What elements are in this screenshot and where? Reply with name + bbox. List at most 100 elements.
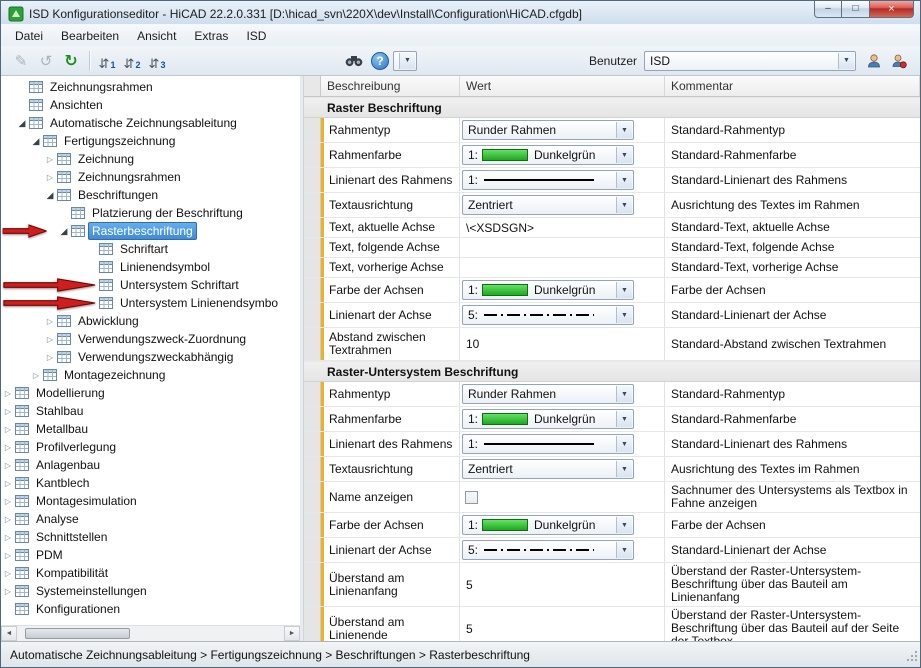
group-header-raster-beschriftung[interactable]: Raster Beschriftung [304,97,920,118]
expand-arrow-icon[interactable]: ▷ [1,425,15,434]
chevron-down-icon[interactable]: ▼ [616,172,632,188]
column-header-beschreibung[interactable]: Beschreibung [321,76,460,96]
expand-arrow-icon[interactable]: ▷ [1,551,15,560]
minimize-button[interactable]: – [814,1,842,18]
linienart-der-achse-dropdown[interactable]: 5:▼ [462,305,634,325]
tree-item-analyse[interactable]: ▷Analyse [1,510,300,528]
resize-grip[interactable] [906,650,918,665]
tree-item-pdm[interactable]: ▷PDM [1,546,300,564]
rahmentyp-dropdown[interactable]: Runder Rahmen▼ [462,384,634,404]
user-switch-icon[interactable] [887,49,911,73]
chevron-down-icon[interactable]: ▼ [616,436,632,452]
tree-item-schnittstellen[interactable]: ▷Schnittstellen [1,528,300,546]
menu-bearbeiten[interactable]: Bearbeiten [52,26,128,46]
farbe-der-achsen-dropdown[interactable]: 1:Dunkelgrün▼ [462,515,634,535]
chevron-down-icon[interactable]: ▼ [616,386,632,402]
tree-item-zeichnung[interactable]: ▷Zeichnung [1,150,300,168]
tree-item-untersystem-linienendsymbo[interactable]: Untersystem Linienendsymbo [1,294,300,312]
column-header-wert[interactable]: Wert [460,76,665,96]
tree-item-ansichten[interactable]: Ansichten [1,96,300,114]
tree-item-kompatibilit-t[interactable]: ▷Kompatibilität [1,564,300,582]
expand-level-1-button[interactable]: ⇵ 1 [95,49,119,73]
value-text-field[interactable]: \<XSDSGN> [462,221,534,235]
title-bar[interactable]: ISD Konfigurationseditor - HiCAD 22.2.0.… [1,1,920,24]
tree-horizontal-scrollbar[interactable]: ◄ ► [1,625,300,641]
expand-arrow-icon[interactable]: ▷ [1,389,15,398]
tree-item-schriftart[interactable]: Schriftart [1,240,300,258]
chevron-down-icon[interactable]: ▼ [616,307,632,323]
expand-arrow-icon[interactable]: ▷ [1,587,15,596]
tree-item-systemeinstellungen[interactable]: ▷Systemeinstellungen [1,582,300,600]
refresh-icon[interactable]: ↻ [59,49,83,73]
menu-extras[interactable]: Extras [185,26,237,46]
expand-arrow-icon[interactable]: ▷ [1,569,15,578]
tree-item-profilverlegung[interactable]: ▷Profilverlegung [1,438,300,456]
maximize-button[interactable]: □ [842,1,870,18]
group-header-raster-untersystem-beschriftung[interactable]: Raster-Untersystem Beschriftung [304,361,920,382]
value-text-field[interactable]: 10 [462,337,479,351]
scroll-right-button[interactable]: ► [284,626,300,641]
rahmenfarbe-dropdown[interactable]: 1:Dunkelgrün▼ [462,145,634,165]
tree-item-verwendungszweck-zuordnung[interactable]: ▷Verwendungszweck-Zuordnung [1,330,300,348]
expand-arrow-icon[interactable]: ▷ [1,407,15,416]
linienart-der-achse-dropdown[interactable]: 5:▼ [462,540,634,560]
tree-item-konfigurationen[interactable]: Konfigurationen [1,600,300,618]
expand-arrow-icon[interactable]: ▷ [29,371,43,380]
expand-arrow-icon[interactable]: ▷ [1,497,15,506]
scroll-left-button[interactable]: ◄ [1,626,17,641]
textausrichtung-dropdown[interactable]: Zentriert▼ [462,195,634,215]
linienart-des-rahmens-dropdown[interactable]: 1:▼ [462,170,634,190]
tree-item-metallbau[interactable]: ▷Metallbau [1,420,300,438]
menu-ansicht[interactable]: Ansicht [128,26,185,46]
edit-pencil-icon[interactable]: ✎ [9,49,33,73]
expand-arrow-icon[interactable]: ▷ [43,317,57,326]
rahmentyp-dropdown[interactable]: Runder Rahmen▼ [462,120,634,140]
close-button[interactable]: × [870,1,914,18]
expand-arrow-icon[interactable]: ▷ [1,461,15,470]
menu-datei[interactable]: Datei [6,26,52,46]
tree-item-automatische-zeichnungsableitung[interactable]: ◢Automatische Zeichnungsableitung [1,114,300,132]
value-text-field[interactable]: 5 [462,578,473,592]
tree-item-montagesimulation[interactable]: ▷Montagesimulation [1,492,300,510]
column-header-kommentar[interactable]: Kommentar [665,76,920,96]
tree-item-modellierung[interactable]: ▷Modellierung [1,384,300,402]
search-binoculars-icon[interactable] [342,49,366,73]
chevron-down-icon[interactable]: ▼ [616,282,632,298]
help-dropdown[interactable]: ▼ [393,51,417,71]
expand-arrow-icon[interactable]: ▷ [43,353,57,362]
tree-item-platzierung-der-beschriftung[interactable]: Platzierung der Beschriftung [1,204,300,222]
user-icon[interactable] [862,49,886,73]
expand-arrow-icon[interactable]: ▷ [1,515,15,524]
expand-arrow-icon[interactable]: ▷ [1,443,15,452]
expand-arrow-icon[interactable]: ▷ [43,335,57,344]
tree-item-fertigungszeichnung[interactable]: ◢Fertigungszeichnung [1,132,300,150]
expand-arrow-icon[interactable]: ▷ [43,155,57,164]
rahmenfarbe-dropdown[interactable]: 1:Dunkelgrün▼ [462,409,634,429]
textausrichtung-dropdown[interactable]: Zentriert▼ [462,459,634,479]
undo-rotate-icon[interactable]: ↺ [34,49,58,73]
expand-arrow-icon[interactable]: ▷ [1,479,15,488]
chevron-down-icon[interactable]: ▼ [616,147,632,163]
tree-item-linienendsymbol[interactable]: Linienendsymbol [1,258,300,276]
user-dropdown[interactable]: ISD ▼ [644,51,856,71]
scrollbar-track[interactable] [17,626,284,641]
chevron-down-icon[interactable]: ▼ [616,517,632,533]
farbe-der-achsen-dropdown[interactable]: 1:Dunkelgrün▼ [462,280,634,300]
tree-item-untersystem-schriftart[interactable]: Untersystem Schriftart [1,276,300,294]
chevron-down-icon[interactable]: ▼ [616,411,632,427]
chevron-down-icon[interactable]: ▼ [616,461,632,477]
collapse-arrow-icon[interactable]: ◢ [57,226,71,237]
help-icon[interactable]: ? [371,52,389,70]
tree-item-stahlbau[interactable]: ▷Stahlbau [1,402,300,420]
collapse-arrow-icon[interactable]: ◢ [15,118,29,129]
tree-item-zeichnungsrahmen[interactable]: ▷Zeichnungsrahmen [1,168,300,186]
linienart-des-rahmens-dropdown[interactable]: 1:▼ [462,434,634,454]
tree-item-abwicklung[interactable]: ▷Abwicklung [1,312,300,330]
expand-level-2-button[interactable]: ⇵ 2 [120,49,144,73]
tree-item-montagezeichnung[interactable]: ▷Montagezeichnung [1,366,300,384]
expand-arrow-icon[interactable]: ▷ [1,533,15,542]
tree-item-beschriftungen[interactable]: ◢Beschriftungen [1,186,300,204]
tree-item-rasterbeschriftung[interactable]: ◢Rasterbeschriftung [1,222,300,240]
chevron-down-icon[interactable]: ▼ [616,197,632,213]
tree-item-zeichnungsrahmen[interactable]: Zeichnungsrahmen [1,78,300,96]
